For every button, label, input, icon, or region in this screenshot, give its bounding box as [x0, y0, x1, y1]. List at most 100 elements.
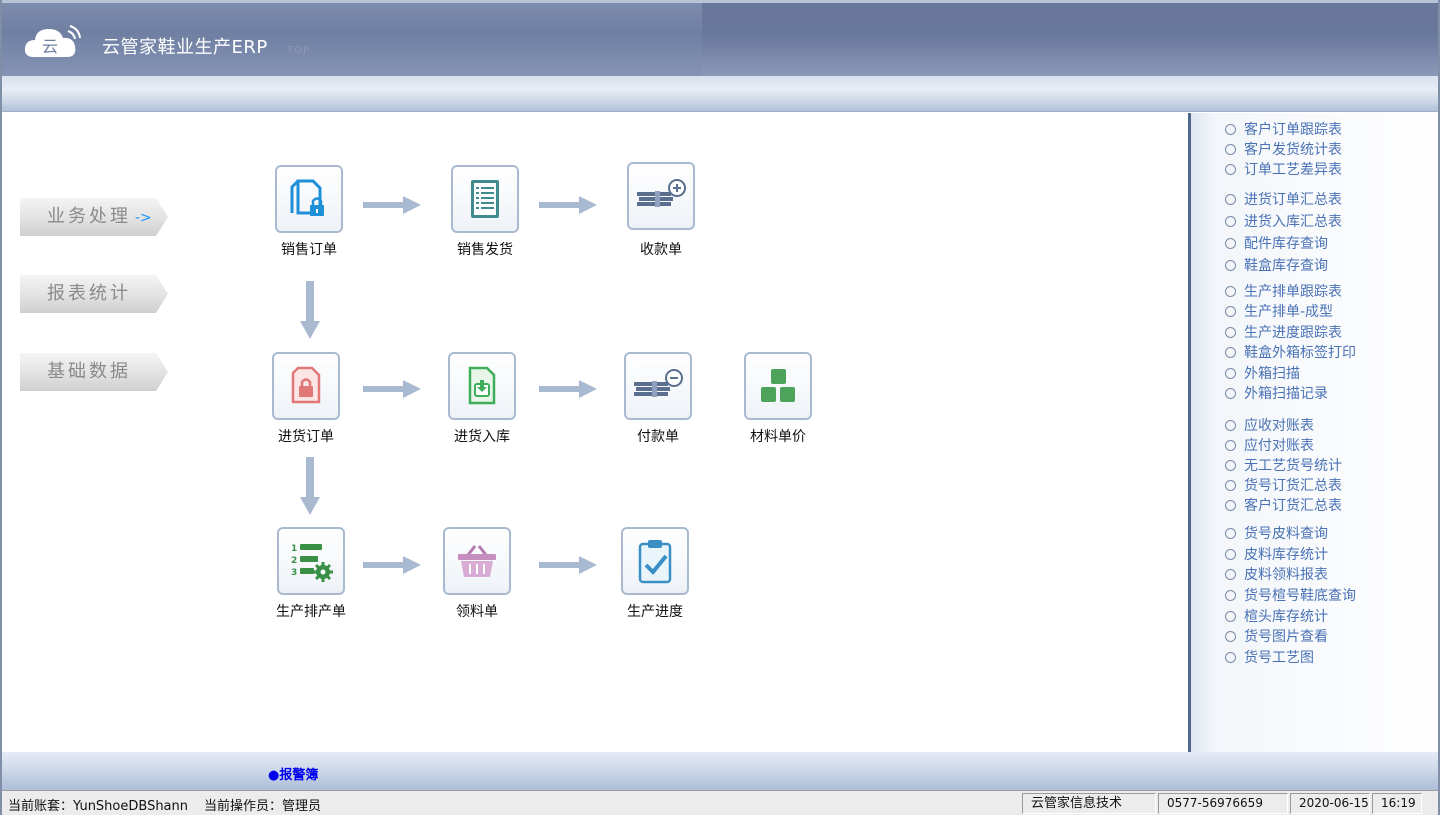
- receipt-button[interactable]: 收款单: [616, 162, 706, 259]
- arrow-down-icon: [300, 281, 320, 339]
- material-price-label: 材料单价: [750, 429, 806, 445]
- payment-button[interactable]: 付款单: [613, 352, 703, 446]
- radio-circle-icon: [1225, 306, 1236, 317]
- report-link[interactable]: 进货入库汇总表: [1225, 211, 1342, 231]
- clipboard-check-icon: [638, 540, 672, 584]
- cloud-logo-icon: 云: [24, 25, 81, 57]
- report-link[interactable]: 鞋盒库存查询: [1225, 255, 1328, 275]
- report-link[interactable]: 货号皮料查询: [1225, 523, 1328, 543]
- report-link[interactable]: 订单工艺差异表: [1225, 159, 1342, 179]
- report-link-label: 货号工艺图: [1244, 650, 1314, 666]
- arrow-right-icon: [539, 380, 597, 398]
- radio-circle-icon: [1225, 194, 1236, 205]
- radio-circle-icon: [1225, 347, 1236, 358]
- radio-circle-icon: [1225, 216, 1236, 227]
- radio-circle-icon: [1225, 569, 1236, 580]
- report-link[interactable]: 外箱扫描: [1225, 363, 1300, 383]
- report-link[interactable]: 进货订单汇总表: [1225, 189, 1342, 209]
- arrow-right-icon: [363, 380, 421, 398]
- nav-reports[interactable]: 报表统计: [20, 275, 168, 313]
- sales-order-icon-box: [275, 165, 343, 233]
- report-link-label: 进货订单汇总表: [1244, 192, 1342, 208]
- report-link[interactable]: 客户发货统计表: [1225, 139, 1342, 159]
- radio-circle-icon: [1225, 368, 1236, 379]
- purchase-inbound-label: 进货入库: [454, 429, 510, 445]
- radio-circle-icon: [1225, 164, 1236, 175]
- status-time: 16:19: [1372, 793, 1422, 814]
- radio-circle-icon: [1225, 124, 1236, 135]
- purchase-order-icon-box: [272, 352, 340, 420]
- sales-order-label: 销售订单: [281, 242, 337, 258]
- report-link[interactable]: 楦头库存统计: [1225, 606, 1328, 626]
- report-link-label: 配件库存查询: [1244, 236, 1328, 252]
- material-requisition-button[interactable]: 领料单: [432, 527, 522, 621]
- report-link[interactable]: 配件库存查询: [1225, 233, 1328, 253]
- status-bar: 当前账套：YunShoeDBShann 当前操作员：管理员 云管家信息技术 05…: [2, 790, 1438, 815]
- purchase-inbound-button[interactable]: 进货入库: [437, 352, 527, 446]
- purchase-inbound-icon-box: [448, 352, 516, 420]
- nav-business[interactable]: 业务处理 ->: [20, 198, 168, 236]
- report-link[interactable]: 货号工艺图: [1225, 647, 1314, 667]
- radio-circle-icon: [1225, 460, 1236, 471]
- production-progress-button[interactable]: 生产进度: [610, 527, 700, 621]
- status-company: 云管家信息技术: [1022, 793, 1156, 814]
- report-link[interactable]: 应付对账表: [1225, 435, 1314, 455]
- report-link[interactable]: 客户订单跟踪表: [1225, 119, 1342, 139]
- status-operator: 当前操作员：管理员: [204, 799, 322, 814]
- report-link-label: 楦头库存统计: [1244, 609, 1328, 625]
- toolbar-strip: [2, 76, 1438, 112]
- document-lock-red-icon: [291, 366, 321, 404]
- status-account: 当前账套：YunShoeDBShann: [8, 799, 189, 814]
- radio-circle-icon: [1225, 420, 1236, 431]
- production-progress-icon-box: [621, 527, 689, 595]
- report-link[interactable]: 客户订货汇总表: [1225, 495, 1342, 515]
- sales-order-button[interactable]: 销售订单: [264, 165, 354, 259]
- purchase-order-button[interactable]: 进货订单: [261, 352, 351, 446]
- production-schedule-button[interactable]: 1 2 3 生产排产单: [266, 527, 356, 621]
- report-link[interactable]: 应收对账表: [1225, 415, 1314, 435]
- report-link[interactable]: 皮料领料报表: [1225, 564, 1328, 584]
- payment-icon-box: [624, 352, 692, 420]
- sales-delivery-icon-box: [451, 165, 519, 233]
- report-link[interactable]: 生产排单-成型: [1225, 301, 1333, 321]
- report-link-label: 货号图片查看: [1244, 629, 1328, 645]
- report-link[interactable]: 生产排单跟踪表: [1225, 281, 1342, 301]
- report-link[interactable]: 外箱扫描记录: [1225, 383, 1328, 403]
- report-link[interactable]: 货号订货汇总表: [1225, 475, 1342, 495]
- nav-basic-data[interactable]: 基础数据: [20, 353, 168, 391]
- report-panel: 客户订单跟踪表 客户发货统计表 订单工艺差异表 进货订单汇总表进货入库汇总表配件库存查…: [1188, 113, 1438, 753]
- report-link-label: 应付对账表: [1244, 438, 1314, 454]
- svg-text:3: 3: [291, 568, 297, 578]
- report-link[interactable]: 鞋盒外箱标签打印: [1225, 342, 1356, 362]
- status-date: 2020-06-15: [1290, 793, 1370, 814]
- report-link[interactable]: 货号图片查看: [1225, 626, 1328, 646]
- report-link-label: 客户发货统计表: [1244, 142, 1342, 158]
- report-link-label: 生产进度跟踪表: [1244, 325, 1342, 341]
- svg-text:云: 云: [42, 37, 58, 56]
- report-link-label: 鞋盒外箱标签打印: [1244, 345, 1356, 361]
- report-link[interactable]: 生产进度跟踪表: [1225, 322, 1342, 342]
- material-price-button[interactable]: 材料单价: [733, 352, 823, 446]
- radio-circle-icon: [1225, 528, 1236, 539]
- report-link-label: 货号楦号鞋底查询: [1244, 588, 1356, 604]
- radio-circle-icon: [1225, 480, 1236, 491]
- erp-window: 云 云管家鞋业生产ERP TOP 业务处理-> 报表统计 基础数据 销售订单: [0, 0, 1440, 815]
- report-link[interactable]: 无工艺货号统计: [1225, 455, 1342, 475]
- report-link-label: 订单工艺差异表: [1244, 162, 1342, 178]
- radio-circle-icon: [1225, 388, 1236, 399]
- alarm-log-link[interactable]: ●报警簿: [268, 764, 318, 783]
- report-link-label: 生产排单-成型: [1244, 304, 1334, 320]
- radio-circle-icon: [1225, 260, 1236, 271]
- arrow-right-icon: [539, 556, 597, 574]
- radio-circle-icon: [1225, 631, 1236, 642]
- report-link[interactable]: 货号楦号鞋底查询: [1225, 585, 1356, 605]
- report-link-label: 鞋盒库存查询: [1244, 258, 1328, 274]
- report-link-label: 客户订货汇总表: [1244, 498, 1342, 514]
- report-link[interactable]: 皮料库存统计: [1225, 544, 1328, 564]
- report-link-label: 客户订单跟踪表: [1244, 122, 1342, 138]
- radio-circle-icon: [1225, 238, 1236, 249]
- sales-delivery-button[interactable]: 销售发货: [440, 165, 530, 259]
- basket-icon: [458, 545, 496, 577]
- report-link-label: 生产排单跟踪表: [1244, 284, 1342, 300]
- report-link-label: 皮料领料报表: [1244, 567, 1328, 583]
